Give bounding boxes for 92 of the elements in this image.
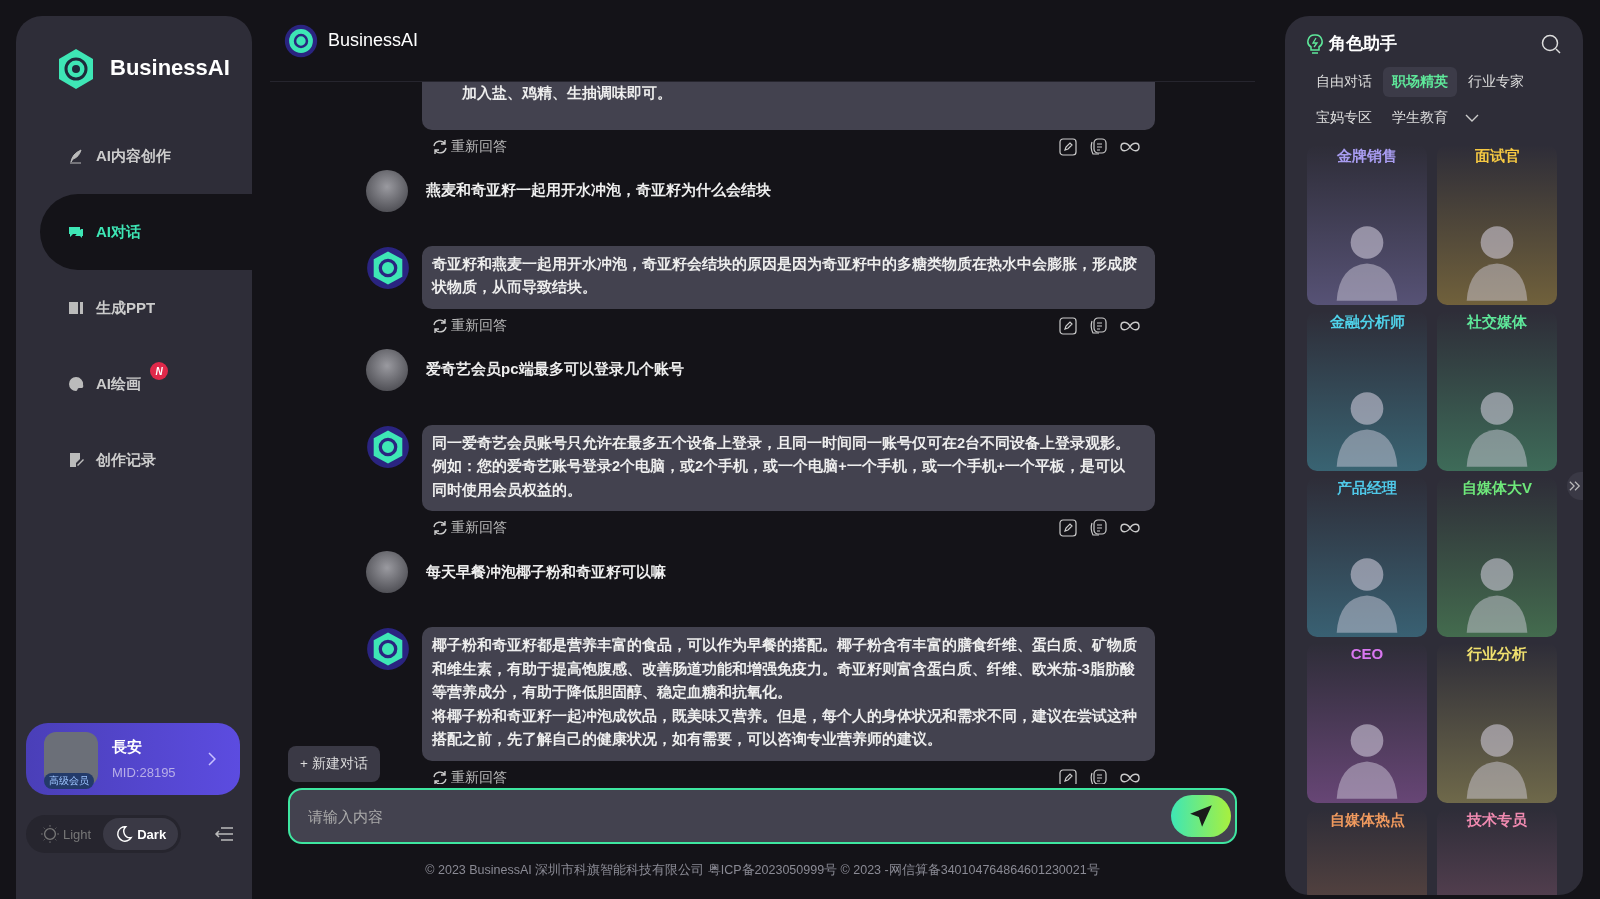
lightbulb-icon	[1307, 33, 1323, 54]
regenerate-link[interactable]: 重新回答	[432, 316, 507, 335]
expand-button[interactable]	[1567, 472, 1583, 500]
double-chevron-right-icon	[1569, 480, 1581, 492]
user-message: 每天早餐冲泡椰子粉和奇亚籽可以嘛	[426, 562, 666, 582]
bot-avatar-icon	[366, 245, 410, 290]
user-id: MID:28195	[112, 765, 177, 780]
role-card[interactable]: 社交媒体	[1437, 311, 1557, 471]
new-badge: N	[150, 362, 168, 380]
new-chat-button[interactable]: + 新建对话	[288, 746, 380, 782]
assistant-message: 同一爱奇艺会员账号只允许在最多五个设备上登录，且同一时间同一账号仅可在2台不同设备上登录观影。例如：您的爱奇艺账号登录2个电脑，或2个手机，或一个电脑+一个手机，或一个手机+一个平板，是可以同时使用会员权益的。	[432, 433, 1132, 500]
brand-name: BusinessAI	[110, 55, 230, 81]
assistant-message: 加入盐、鸡精、生抽调味即可。	[462, 84, 673, 103]
role-name: 社交媒体	[1467, 313, 1527, 332]
copy-icon[interactable]	[1089, 316, 1107, 335]
assistant-message: 椰子粉和奇亚籽都是营养丰富的食品，可以作为早餐的搭配。椰子粉含有丰富的膳食纤维、蛋白质、矿物质和维生素，有助于提高饱腹感、改善肠道功能和增强免疫力。奇亚籽则富含蛋白质、纤维、欧米茄-3脂肪酸等营养成分，有助于降低胆固醇、稳定血糖和抗氧化。	[432, 636, 1137, 702]
footer-text: © 2023 BusinessAI 深圳市科旗智能科技有限公司 粤ICP备2023050999号 © 2023 -网信算备340104764864601230021号	[424, 862, 1101, 879]
edit-icon[interactable]	[1059, 137, 1077, 156]
role-card[interactable]: 面试官	[1437, 145, 1557, 305]
send-icon	[1188, 803, 1214, 829]
nav-item[interactable]: 创作记录	[16, 422, 252, 498]
note-edit-icon	[68, 452, 84, 468]
chevron-down-icon[interactable]	[1465, 114, 1479, 122]
role-card[interactable]: 自媒体大V	[1437, 477, 1557, 637]
user-card[interactable]: 高级会员 長安 MID:28195	[26, 723, 240, 795]
role-card[interactable]: 金融分析师	[1307, 311, 1427, 471]
category-tab[interactable]: 自由对话	[1307, 67, 1381, 97]
user-message: 爱奇艺会员pc端最多可以登录几个账号	[426, 360, 684, 379]
bot-avatar-icon	[366, 424, 410, 469]
slides-icon	[68, 300, 84, 316]
infinity-icon[interactable]	[1119, 771, 1141, 784]
role-name: 面试官	[1474, 147, 1520, 166]
regenerate-link[interactable]: 重新回答	[432, 519, 507, 537]
infinity-icon[interactable]	[1119, 522, 1141, 534]
user-avatar	[366, 169, 408, 212]
copy-icon[interactable]	[1089, 137, 1107, 156]
role-name: 金融分析师	[1329, 313, 1405, 332]
refresh-icon	[432, 520, 448, 536]
edit-icon[interactable]	[1059, 519, 1077, 537]
search-icon[interactable]	[1541, 33, 1561, 54]
collapse-menu-icon[interactable]	[214, 826, 234, 842]
quill-icon	[68, 148, 84, 164]
role-card[interactable]: 技术专员	[1437, 809, 1557, 895]
nav-item[interactable]: AI内容创作	[16, 118, 252, 194]
moon-icon	[115, 825, 134, 843]
category-tab[interactable]: 学生教育	[1383, 103, 1457, 133]
regenerate-link[interactable]: 重新回答	[432, 137, 507, 156]
send-button[interactable]	[1171, 795, 1231, 837]
role-name: 金牌销售	[1337, 147, 1397, 166]
member-badge: 高级会员	[44, 773, 94, 789]
role-name: 产品经理	[1337, 479, 1397, 498]
edit-icon[interactable]	[1059, 768, 1077, 784]
refresh-icon	[432, 769, 448, 784]
role-name: 行业分析	[1467, 645, 1527, 664]
user-name: 長安	[112, 738, 143, 757]
edit-icon[interactable]	[1059, 316, 1077, 335]
role-name: 自媒体热点	[1329, 811, 1405, 830]
infinity-icon[interactable]	[1119, 319, 1141, 332]
infinity-icon[interactable]	[1119, 140, 1141, 153]
role-card[interactable]: 产品经理	[1307, 477, 1427, 637]
nav-item[interactable]: AI绘画 N	[16, 346, 252, 422]
theme-option[interactable]: Dark	[103, 818, 179, 850]
refresh-icon	[432, 317, 448, 334]
role-name: 自媒体大V	[1462, 479, 1532, 498]
role-name: CEO	[1350, 645, 1384, 662]
chat-title: BusinessAI	[328, 30, 419, 51]
assistant-message: 奇亚籽和燕麦一起用开水冲泡，奇亚籽会结块的原因是因为奇亚籽中的多糖类物质在热水中会膨胀，形成胶状物质，从而导致结块。	[432, 254, 1137, 297]
chat-icon	[68, 224, 84, 240]
category-tab[interactable]: 职场精英	[1383, 67, 1457, 97]
bot-avatar-icon	[366, 627, 410, 671]
assistant-message: 将椰子粉和奇亚籽一起冲泡成饮品，既美味又营养。但是，每个人的身体状况和需求不同，建议在尝试这种搭配之前，先了解自己的健康状况，如有需要，可以咨询专业营养师的建议。	[432, 706, 1137, 749]
palette-icon	[68, 376, 84, 392]
role-card[interactable]: 行业分析	[1437, 643, 1557, 803]
category-tab[interactable]: 行业专家	[1459, 67, 1533, 97]
logo-icon	[284, 23, 318, 58]
role-name: 技术专员	[1467, 811, 1527, 830]
panel-title: 角色助手	[1329, 33, 1398, 55]
role-card[interactable]: 金牌销售	[1307, 145, 1427, 305]
nav-item[interactable]: AI对话	[40, 194, 252, 270]
refresh-icon	[432, 138, 448, 155]
user-avatar	[366, 348, 408, 391]
copy-icon[interactable]	[1089, 519, 1107, 537]
sun-icon	[41, 825, 59, 843]
copy-icon[interactable]	[1089, 768, 1107, 784]
chevron-right-icon	[208, 752, 216, 766]
logo-icon	[56, 46, 96, 90]
category-tab[interactable]: 宝妈专区	[1307, 103, 1381, 133]
user-avatar	[366, 551, 408, 593]
user-message: 燕麦和奇亚籽一起用开水冲泡，奇亚籽为什么会结块	[426, 181, 771, 200]
nav-item[interactable]: 生成PPT	[16, 270, 252, 346]
role-card[interactable]: 自媒体热点	[1307, 809, 1427, 895]
regenerate-link[interactable]: 重新回答	[432, 768, 507, 784]
